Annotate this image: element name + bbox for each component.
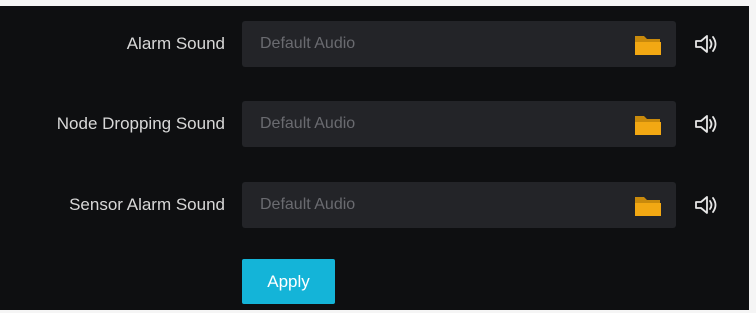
- node-dropping-sound-row: Node Dropping Sound: [0, 101, 749, 147]
- sensor-alarm-sound-label: Sensor Alarm Sound: [69, 195, 225, 214]
- apply-button[interactable]: Apply: [242, 259, 335, 304]
- folder-icon[interactable]: [634, 34, 662, 56]
- alarm-sound-row: Alarm Sound: [0, 21, 749, 67]
- sensor-alarm-sound-input[interactable]: [242, 182, 622, 228]
- sound-settings-panel: Alarm Sound Node Dropping Sound: [0, 6, 749, 310]
- alarm-sound-input[interactable]: [242, 21, 622, 67]
- speaker-icon[interactable]: [694, 194, 718, 216]
- folder-icon[interactable]: [634, 114, 662, 136]
- node-dropping-sound-input[interactable]: [242, 101, 622, 147]
- node-dropping-sound-field[interactable]: [242, 101, 676, 147]
- speaker-icon[interactable]: [694, 113, 718, 135]
- alarm-sound-field[interactable]: [242, 21, 676, 67]
- sensor-alarm-sound-field[interactable]: [242, 182, 676, 228]
- alarm-sound-label: Alarm Sound: [126, 34, 225, 53]
- speaker-icon[interactable]: [694, 33, 718, 55]
- sensor-alarm-sound-row: Sensor Alarm Sound: [0, 182, 749, 228]
- node-dropping-sound-label: Node Dropping Sound: [56, 114, 225, 133]
- folder-icon[interactable]: [634, 195, 662, 217]
